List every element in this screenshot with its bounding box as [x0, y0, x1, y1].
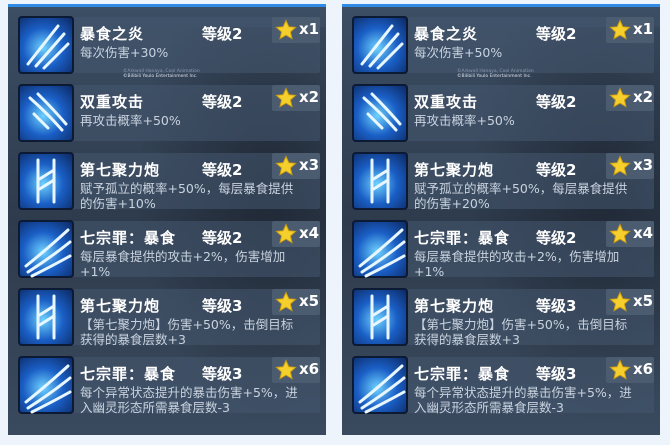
- claw-skill-icon: [18, 356, 74, 414]
- star-icon: [609, 87, 631, 108]
- claw-skill-icon: [352, 356, 408, 414]
- skill-level: 等级3: [536, 365, 577, 383]
- skill-row-2[interactable]: 双重攻击 等级2 x2 再攻击概率+50%: [14, 81, 320, 145]
- stack-count-badge: x6: [272, 357, 320, 383]
- stack-count-badge: x3: [606, 153, 654, 179]
- skill-name: 七宗罪：暴食: [80, 229, 177, 247]
- stack-count: x5: [633, 292, 654, 310]
- skill-level: 等级2: [202, 93, 243, 111]
- skill-description: 每次伤害+30%: [80, 45, 169, 60]
- skill-description: 【第七聚力炮】伤害+50%，击倒目标 获得的暴食层数+3: [414, 317, 628, 347]
- skill-description: 再攻击概率+50%: [80, 113, 181, 128]
- stack-count-badge: x5: [272, 289, 320, 315]
- cannon-skill-icon: [352, 288, 408, 346]
- skill-level: 等级2: [536, 229, 577, 247]
- skill-name: 七宗罪：暴食: [80, 365, 177, 383]
- skill-name: 双重攻击: [80, 93, 145, 111]
- skill-name: 双重攻击: [414, 93, 479, 111]
- star-icon: [275, 223, 297, 244]
- skill-description: 每个异常状态提升的暴击伤害+5%，进 入幽灵形态所需暴食层数-3: [80, 385, 298, 415]
- skill-row-5[interactable]: 第七聚力炮 等级3 x5 【第七聚力炮】伤害+50%，击倒目标 获得的暴食层数+3: [14, 285, 320, 349]
- skill-row-6[interactable]: 七宗罪：暴食 等级3 x6 每个异常状态提升的暴击伤害+5%，进 入幽灵形态所需暴…: [14, 353, 320, 417]
- star-icon: [275, 155, 297, 176]
- stack-count-badge: x2: [606, 85, 654, 111]
- skill-name: 第七聚力炮: [414, 161, 495, 179]
- skill-name: 第七聚力炮: [80, 297, 161, 315]
- skill-row-1[interactable]: 暴食之炎 等级2 x1 每次伤害+50%: [348, 13, 654, 77]
- skill-level: 等级3: [202, 297, 243, 315]
- skill-level: 等级2: [536, 93, 577, 111]
- stack-count: x3: [299, 156, 320, 174]
- skill-name: 第七聚力炮: [80, 161, 161, 179]
- stack-count-badge: x4: [272, 221, 320, 247]
- stack-count: x2: [633, 88, 654, 106]
- stack-count-badge: x5: [606, 289, 654, 315]
- skill-description: 再攻击概率+50%: [414, 113, 515, 128]
- skill-panel-left: ©Arkwall Hanaya, Cool Animation©Bilibili…: [8, 4, 326, 435]
- star-icon: [275, 19, 297, 40]
- claw-skill-icon: [18, 220, 74, 278]
- skill-description: 赋予孤立的概率+50%，每层暴食提供 的伤害+10%: [80, 181, 294, 211]
- cannon-skill-icon: [352, 152, 408, 210]
- slash-skill-icon: [18, 16, 74, 74]
- star-icon: [275, 291, 297, 312]
- skill-description: 【第七聚力炮】伤害+50%，击倒目标 获得的暴食层数+3: [80, 317, 294, 347]
- skill-description: 每层暴食提供的攻击+2%，伤害增加 +1%: [80, 249, 286, 279]
- skill-row-5[interactable]: 第七聚力炮 等级3 x5 【第七聚力炮】伤害+50%，击倒目标 获得的暴食层数+3: [348, 285, 654, 349]
- skill-level: 等级2: [202, 25, 243, 43]
- star-icon: [275, 87, 297, 108]
- skill-level: 等级2: [202, 229, 243, 247]
- skill-description: 每个异常状态提升的暴击伤害+5%，进 入幽灵形态所需暴食层数-3: [414, 385, 632, 415]
- slash-skill-icon: [352, 16, 408, 74]
- skill-row-6[interactable]: 七宗罪：暴食 等级3 x6 每个异常状态提升的暴击伤害+5%，进 入幽灵形态所需暴…: [348, 353, 654, 417]
- strike-skill-icon: [18, 84, 74, 142]
- skill-name: 第七聚力炮: [414, 297, 495, 315]
- cannon-skill-icon: [18, 288, 74, 346]
- strike-skill-icon: [352, 84, 408, 142]
- skill-description: 每次伤害+50%: [414, 45, 503, 60]
- stack-count-badge: x4: [606, 221, 654, 247]
- stack-count: x1: [633, 20, 654, 38]
- stack-count-badge: x1: [606, 17, 654, 43]
- stack-count: x3: [633, 156, 654, 174]
- skill-level: 等级3: [536, 297, 577, 315]
- stack-count-badge: x1: [272, 17, 320, 43]
- stack-count: x2: [299, 88, 320, 106]
- stack-count: x4: [299, 224, 320, 242]
- stack-count: x4: [633, 224, 654, 242]
- stack-count-badge: x3: [272, 153, 320, 179]
- star-icon: [609, 155, 631, 176]
- stack-count: x5: [299, 292, 320, 310]
- skill-row-4[interactable]: 七宗罪：暴食 等级2 x4 每层暴食提供的攻击+2%，伤害增加 +1%: [348, 217, 654, 281]
- skill-row-1[interactable]: 暴食之炎 等级2 x1 每次伤害+30%: [14, 13, 320, 77]
- stack-count-badge: x6: [606, 357, 654, 383]
- skill-name: 七宗罪：暴食: [414, 229, 511, 247]
- star-icon: [609, 359, 631, 380]
- stack-count: x6: [299, 360, 320, 378]
- skill-row-2[interactable]: 双重攻击 等级2 x2 再攻击概率+50%: [348, 81, 654, 145]
- skill-name: 七宗罪：暴食: [414, 365, 511, 383]
- star-icon: [275, 359, 297, 380]
- skill-description: 每层暴食提供的攻击+2%，伤害增加 +1%: [414, 249, 620, 279]
- skill-row-3[interactable]: 第七聚力炮 等级2 x3 赋予孤立的概率+50%，每层暴食提供 的伤害+20%: [348, 149, 654, 213]
- stack-count: x6: [633, 360, 654, 378]
- skill-name: 暴食之炎: [414, 25, 479, 43]
- star-icon: [609, 19, 631, 40]
- skill-description: 赋予孤立的概率+50%，每层暴食提供 的伤害+20%: [414, 181, 628, 211]
- star-icon: [609, 223, 631, 244]
- skill-level: 等级2: [536, 25, 577, 43]
- claw-skill-icon: [352, 220, 408, 278]
- skill-panel-right: ©Arkwall Hanaya, Cool Animation©Bilibili…: [342, 4, 660, 435]
- skill-level: 等级3: [202, 365, 243, 383]
- skill-row-4[interactable]: 七宗罪：暴食 等级2 x4 每层暴食提供的攻击+2%，伤害增加 +1%: [14, 217, 320, 281]
- cannon-skill-icon: [18, 152, 74, 210]
- stack-count: x1: [299, 20, 320, 38]
- skill-name: 暴食之炎: [80, 25, 145, 43]
- stack-count-badge: x2: [272, 85, 320, 111]
- star-icon: [609, 291, 631, 312]
- skill-row-3[interactable]: 第七聚力炮 等级2 x3 赋予孤立的概率+50%，每层暴食提供 的伤害+10%: [14, 149, 320, 213]
- skill-level: 等级2: [536, 161, 577, 179]
- skill-level: 等级2: [202, 161, 243, 179]
